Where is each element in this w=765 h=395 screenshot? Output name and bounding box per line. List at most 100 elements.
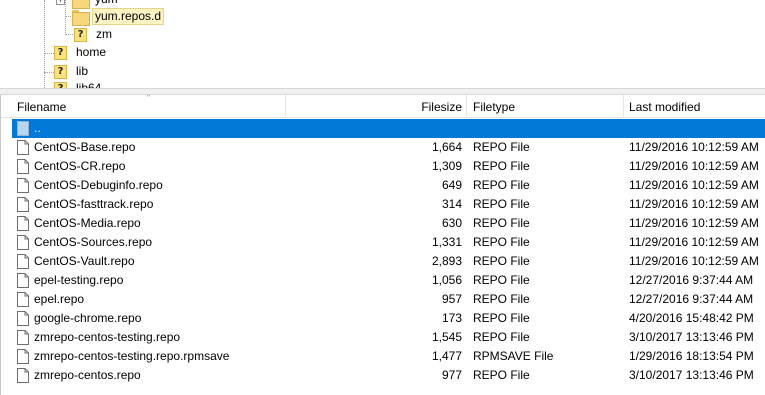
document-icon [17,349,29,364]
table-row[interactable]: CentOS-Base.repo 1,664 REPO File 11/29/2016… [12,138,765,157]
column-divider[interactable] [623,95,624,118]
file-name: epel.repo [34,292,85,306]
tree-item-label: home [76,45,107,59]
file-size: 314 [441,197,462,211]
document-icon [17,273,29,288]
document-icon [17,140,29,155]
file-type: REPO File [473,235,530,249]
file-size: 977 [441,368,462,382]
unknown-type-icon: ? [74,27,87,42]
file-modified: 11/29/2016 10:12:59 AM [629,178,759,192]
file-modified: 11/29/2016 10:12:59 AM [629,235,759,249]
table-row[interactable]: google-chrome.repo 173 REPO File 4/20/2016 … [12,309,765,328]
document-icon [17,330,29,345]
file-modified: 4/20/2016 15:48:42 PM [629,311,754,325]
file-size: 649 [441,178,462,192]
column-header-filetype[interactable]: Filetype [473,95,515,118]
document-icon [17,216,29,231]
document-icon [17,311,29,326]
file-name: CentOS-Base.repo [34,140,136,154]
file-size: 630 [441,216,462,230]
table-row[interactable]: zmrepo-centos-testing.repo.rpmsave 1,477 R… [12,347,765,366]
column-header-filesize[interactable]: Filesize [421,95,462,118]
table-row[interactable]: CentOS-Sources.repo 1,331 REPO File 11/29/2… [12,233,765,252]
file-name: CentOS-Vault.repo [34,254,135,268]
file-list[interactable]: ^ Filename Filesize Filetype Last modifi… [0,95,765,395]
file-modified: 1/29/2016 18:13:54 PM [629,349,754,363]
column-header-last-modified[interactable]: Last modified [629,95,700,118]
file-modified: 11/29/2016 10:12:59 AM [629,140,759,154]
file-modified: 11/29/2016 10:12:59 AM [629,197,759,211]
table-row[interactable]: CentOS-Media.repo 630 REPO File 11/29/2016 … [12,214,765,233]
tree-item-yum-repos-d[interactable]: yum.repos.d [72,7,165,26]
tree-item-label: zm [96,27,112,41]
file-size: 2,893 [431,254,462,268]
table-row[interactable]: epel-testing.repo 1,056 REPO File 12/27/201… [12,271,765,290]
table-row[interactable]: CentOS-fasttrack.repo 314 REPO File 11/29/2… [12,195,765,214]
file-name: epel-testing.repo [34,273,124,287]
unknown-type-icon: ? [54,64,67,79]
file-type: REPO File [473,254,530,268]
file-size: 1,309 [431,159,462,173]
unknown-type-icon: ? [54,45,67,60]
expand-toggle-icon[interactable]: + [56,0,65,5]
file-type: REPO File [473,292,530,306]
file-name: CentOS-fasttrack.repo [34,197,154,211]
table-row[interactable]: epel.repo 957 REPO File 12/27/2016 9:37:44 … [12,290,765,309]
file-modified: 12/27/2016 9:37:44 AM [629,292,754,306]
table-row[interactable]: zmrepo-centos-testing.repo 1,545 REPO File… [12,328,765,347]
document-icon [17,235,29,250]
file-name: zmrepo-centos-testing.repo.rpmsave [34,349,230,363]
file-type: REPO File [473,178,530,192]
document-icon [17,368,29,383]
file-type: RPMSAVE File [473,349,554,363]
file-size: 957 [441,292,462,306]
directory-tree[interactable]: + yum yum.repos.d ? zm ? home ? lib ? li… [0,0,765,88]
file-size: 173 [441,311,462,325]
file-size: 1,331 [431,235,462,249]
tree-item-zm[interactable]: ? zm [74,25,115,44]
parent-directory-row[interactable]: .. [12,119,765,138]
file-size: 1,664 [431,140,462,154]
file-type: REPO File [473,330,530,344]
tree-item-lib64[interactable]: ? lib64 [54,79,104,88]
document-icon [17,292,29,307]
folder-icon [72,9,90,26]
tree-item-home[interactable]: ? home [54,43,109,62]
column-divider[interactable] [466,95,467,118]
file-modified: 11/29/2016 10:12:59 AM [629,254,759,268]
table-row[interactable]: CentOS-CR.repo 1,309 REPO File 11/29/2016 1… [12,157,765,176]
tree-guide-line [44,0,45,88]
parent-directory-icon [17,121,29,136]
table-row[interactable]: zmrepo-centos.repo 977 REPO File 3/10/2017 … [12,366,765,385]
file-modified: 11/29/2016 10:12:59 AM [629,159,759,173]
file-name: .. [34,121,41,135]
file-type: REPO File [473,197,530,211]
document-icon [17,254,29,269]
table-row[interactable]: CentOS-Vault.repo 2,893 REPO File 11/29/201… [12,252,765,271]
file-name: CentOS-Media.repo [34,216,141,230]
file-name: zmrepo-centos.repo [34,368,141,382]
file-type: REPO File [473,273,530,287]
file-type: REPO File [473,311,530,325]
sort-ascending-icon: ^ [147,95,151,101]
document-icon [17,178,29,193]
file-name: CentOS-CR.repo [34,159,126,173]
document-icon [17,197,29,212]
file-modified: 3/10/2017 13:13:46 PM [629,330,754,344]
tree-item-label: yum.repos.d [92,8,165,25]
column-divider[interactable] [285,95,286,118]
column-header-filename[interactable]: Filename [17,95,66,118]
file-name: CentOS-Debuginfo.repo [34,178,163,192]
tree-guide-line [65,0,66,35]
file-type: REPO File [473,140,530,154]
tree-item-label: lib [76,64,89,78]
file-size: 1,545 [431,330,462,344]
pane-splitter[interactable] [0,88,765,95]
file-size: 1,056 [431,273,462,287]
file-type: REPO File [473,216,530,230]
table-row[interactable]: CentOS-Debuginfo.repo 649 REPO File 11/29/2… [12,176,765,195]
file-modified: 12/27/2016 9:37:44 AM [629,273,754,287]
tree-item-label: lib64 [76,81,102,88]
document-icon [17,159,29,174]
